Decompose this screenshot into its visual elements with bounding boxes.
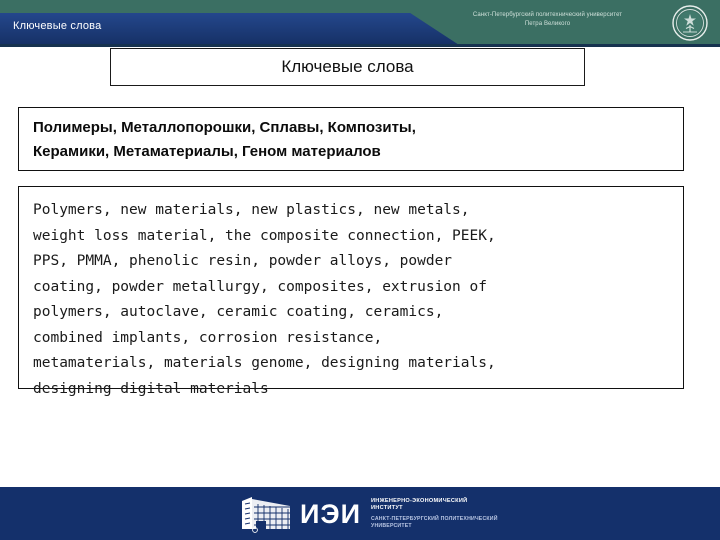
footer-brand: ИЭИ: [300, 498, 362, 529]
footer-university-name: САНКТ-ПЕТЕРБУРГСКИЙ ПОЛИТЕХНИЧЕСКИЙ УНИВ…: [371, 516, 498, 529]
slide-footer: ИЭИ ИНЖЕНЕРНО-ЭКОНОМИЧЕСКИЙ ИНСТИТУТ САН…: [0, 487, 720, 540]
university-seal-icon: [672, 5, 708, 41]
footer-institute-block: ИНЖЕНЕРНО-ЭКОНОМИЧЕСКИЙ ИНСТИТУТ САНКТ-П…: [371, 498, 498, 529]
slide-title-box: Ключевые слова: [110, 48, 585, 86]
header-university-name: Санкт-Петербургский политехнический унив…: [440, 11, 655, 29]
page-title: Ключевые слова: [281, 57, 414, 76]
footer-institute-name: ИНЖЕНЕРНО-ЭКОНОМИЧЕСКИЙ ИНСТИТУТ: [371, 498, 468, 512]
keywords-ru-box: Полимеры, Металлопорошки, Сплавы, Композ…: [18, 107, 684, 171]
keywords-en-text: Polymers, new materials, new plastics, n…: [33, 202, 496, 397]
building-icon: [242, 497, 290, 533]
header-section-label: Ключевые слова: [13, 20, 102, 32]
header-university-line2: Петра Великого: [524, 21, 571, 27]
footer-logo-group: ИЭИ ИНЖЕНЕРНО-ЭКОНОМИЧЕСКИЙ ИНСТИТУТ САН…: [238, 495, 498, 533]
header-university-line1: Санкт-Петербургский политехнический унив…: [472, 12, 623, 18]
keywords-ru-text: Полимеры, Металлопорошки, Сплавы, Композ…: [33, 119, 416, 160]
keywords-en-box: Polymers, new materials, new plastics, n…: [18, 186, 684, 397]
header-bottom-rule: [0, 44, 720, 47]
slide-header: Ключевые слова Санкт-Петербургский полит…: [0, 0, 720, 47]
